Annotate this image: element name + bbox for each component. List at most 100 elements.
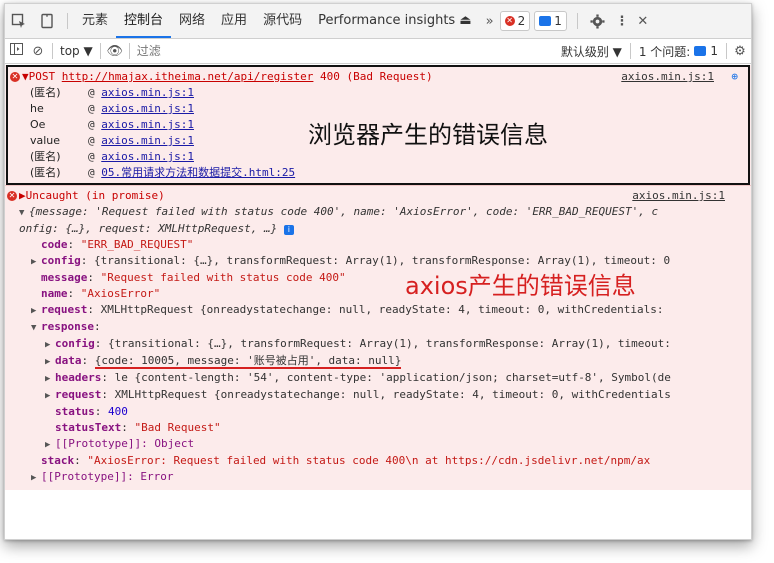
close-icon[interactable]: ✕	[632, 4, 654, 38]
error-summary-line2: onfig: {…}, request: XMLHttpRequest, …}	[19, 222, 278, 235]
inspect-element-icon[interactable]	[5, 4, 33, 38]
prop-value: {transitional: {…}, transformRequest: Ar…	[108, 337, 671, 350]
prop-message: message: "Request failed with status cod…	[41, 271, 346, 284]
error-summary-cont: onfig: {…}, request: XMLHttpRequest, …} …	[5, 221, 751, 237]
tab-performance-insights[interactable]: Performance insights ⏏	[310, 4, 480, 38]
prop-value: XMLHttpRequest {onreadystatechange: null…	[100, 303, 664, 316]
flask-icon: ⏏	[459, 13, 472, 28]
stack-link[interactable]: axios.min.js:1	[101, 85, 194, 101]
expand-arrow-icon: ▶	[45, 440, 51, 450]
expand-arrow-icon: ▶	[45, 374, 51, 384]
error-summary[interactable]: ▼ {message: 'Request failed with status c…	[5, 204, 751, 221]
console-settings-gear-icon[interactable]: ⚙	[729, 44, 751, 59]
prop-value: 400	[108, 405, 128, 418]
browser-error-annotation: 浏览器产生的错误信息	[308, 121, 548, 149]
more-tabs-button[interactable]: »	[480, 14, 500, 29]
tab-network[interactable]: 网络	[171, 4, 213, 38]
message-icon	[539, 16, 552, 26]
prop-config[interactable]: ▶ config: {transitional: {…}, transformRe…	[5, 253, 751, 270]
stack-at: @	[88, 118, 95, 131]
prop-value: "AxiosError: Request failed with status …	[87, 454, 651, 467]
expand-arrow-icon: ▶	[45, 340, 51, 350]
prop-value: XMLHttpRequest {onreadystatechange: null…	[114, 388, 671, 401]
network-error-message: ✕ ▼POST http://hmajax.itheima.net/api/re…	[5, 65, 751, 186]
issue-icon	[694, 46, 707, 56]
prop-response-config[interactable]: ▶ config: {transitional: {…}, transformRe…	[5, 336, 751, 353]
prop-key: code	[41, 238, 68, 251]
devtools-tabbar: 元素 控制台 网络 应用 源代码 Performance insights ⏏ …	[5, 4, 751, 39]
tab-elements[interactable]: 元素	[74, 4, 116, 38]
collapse-arrow-icon: ▼	[19, 208, 25, 218]
device-toolbar-icon[interactable]	[33, 4, 61, 38]
source-link[interactable]: axios.min.js:1	[621, 69, 714, 85]
source-link[interactable]: axios.min.js:1	[632, 188, 725, 204]
divider	[67, 13, 68, 29]
stack-fn: (匿名)	[30, 86, 61, 99]
prop-request[interactable]: ▶ request: XMLHttpRequest {onreadystatech…	[5, 302, 751, 319]
prop-response-status: status: 400	[55, 405, 128, 418]
expand-arrow-icon: ▶	[31, 257, 37, 267]
log-level-dropdown[interactable]: 默认级别 ▼	[555, 43, 628, 60]
divider	[52, 43, 53, 59]
error-summary-line1: {message: 'Request failed with status co…	[29, 205, 659, 218]
stack-at: @	[88, 86, 95, 99]
divider	[629, 43, 631, 59]
stack-link[interactable]: 05.常用请求方法和数据提交.html:25	[101, 165, 295, 181]
prop-prototype[interactable]: ▶ [[Prototype]]: Error	[5, 469, 751, 486]
issues-button[interactable]: 1 个问题: 1	[633, 43, 724, 60]
prop-key: config	[41, 254, 81, 267]
error-icon: ✕	[504, 16, 515, 26]
console-filterbar: ⊘ top ▼ 👁 默认级别 ▼ 1 个问题: 1 ⚙	[5, 39, 751, 64]
prop-response-statustext: statusText: "Bad Request"	[55, 421, 221, 434]
stack-at: @	[88, 102, 95, 115]
prop-key: headers	[55, 371, 102, 384]
message-count-badge[interactable]: 1	[534, 11, 567, 31]
prop-response-request[interactable]: ▶ request: XMLHttpRequest {onreadystatech…	[5, 387, 751, 404]
stack-link[interactable]: axios.min.js:1	[101, 117, 194, 133]
prop-value: "AxiosError"	[80, 287, 161, 300]
message-count: 1	[554, 14, 562, 28]
stack-link[interactable]: axios.min.js:1	[101, 133, 194, 149]
tab-application[interactable]: 应用	[213, 4, 255, 38]
expand-arrow-icon: ▶	[31, 306, 37, 316]
stack-link[interactable]: axios.min.js:1	[101, 149, 194, 165]
uncaught-label: ▶Uncaught (in promise)	[19, 189, 165, 202]
network-error-header[interactable]: ✕ ▼POST http://hmajax.itheima.net/api/re…	[8, 69, 744, 85]
stack-frame: (匿名) @ 05.常用请求方法和数据提交.html:25	[8, 165, 744, 181]
clear-console-icon[interactable]: ⊘	[27, 44, 49, 59]
expand-arrow-icon: ▶	[31, 473, 37, 483]
divider	[99, 43, 101, 59]
context-selector[interactable]: top ▼	[56, 44, 97, 58]
uncaught-error-message: ✕ ▶Uncaught (in promise) axios.min.js:1 …	[5, 186, 751, 490]
stack-fn: (匿名)	[30, 166, 61, 179]
filter-input[interactable]	[132, 41, 555, 61]
network-panel-icon[interactable]: ⊕	[731, 69, 738, 85]
prop-key: request	[55, 388, 102, 401]
uncaught-error-header[interactable]: ✕ ▶Uncaught (in promise) axios.min.js:1	[5, 188, 751, 204]
prop-key: message	[41, 271, 88, 284]
issues-count: 1	[710, 44, 718, 58]
prop-response[interactable]: ▼ response:	[5, 319, 751, 336]
axios-error-annotation: axios产生的错误信息	[405, 272, 636, 300]
prop-key: stack	[41, 454, 75, 467]
tab-console[interactable]: 控制台	[116, 4, 172, 38]
prop-value-highlighted: {code: 10005, message: '账号被占用', data: nu…	[94, 354, 402, 369]
settings-gear-icon[interactable]	[584, 4, 612, 38]
prop-response-headers[interactable]: ▶ headers: le {content-length: '54', cont…	[5, 370, 751, 387]
prop-key: data	[55, 354, 82, 367]
request-url[interactable]: http://hmajax.itheima.net/api/register	[62, 69, 314, 85]
prop-response-prototype[interactable]: ▶ [[Prototype]]: Object	[5, 436, 751, 453]
highlight-box: ✕ ▼POST http://hmajax.itheima.net/api/re…	[6, 65, 750, 185]
tab-sources[interactable]: 源代码	[255, 4, 310, 38]
divider	[128, 43, 130, 59]
stack-link[interactable]: axios.min.js:1	[101, 101, 194, 117]
more-options-icon[interactable]: ⋮	[612, 4, 632, 38]
live-expression-eye-icon[interactable]: 👁	[104, 44, 126, 59]
prop-response-data[interactable]: ▶ data: {code: 10005, message: '账号被占用', d…	[5, 353, 751, 370]
sidebar-toggle-icon[interactable]	[5, 43, 27, 59]
prop-value: {transitional: {…}, transformRequest: Ar…	[94, 254, 671, 267]
error-icon: ✕	[10, 72, 20, 82]
error-count-badge[interactable]: ✕ 2	[499, 11, 531, 31]
prop-key: statusText	[55, 421, 122, 434]
prop-value: le {content-length: '54', content-type: …	[114, 371, 671, 384]
